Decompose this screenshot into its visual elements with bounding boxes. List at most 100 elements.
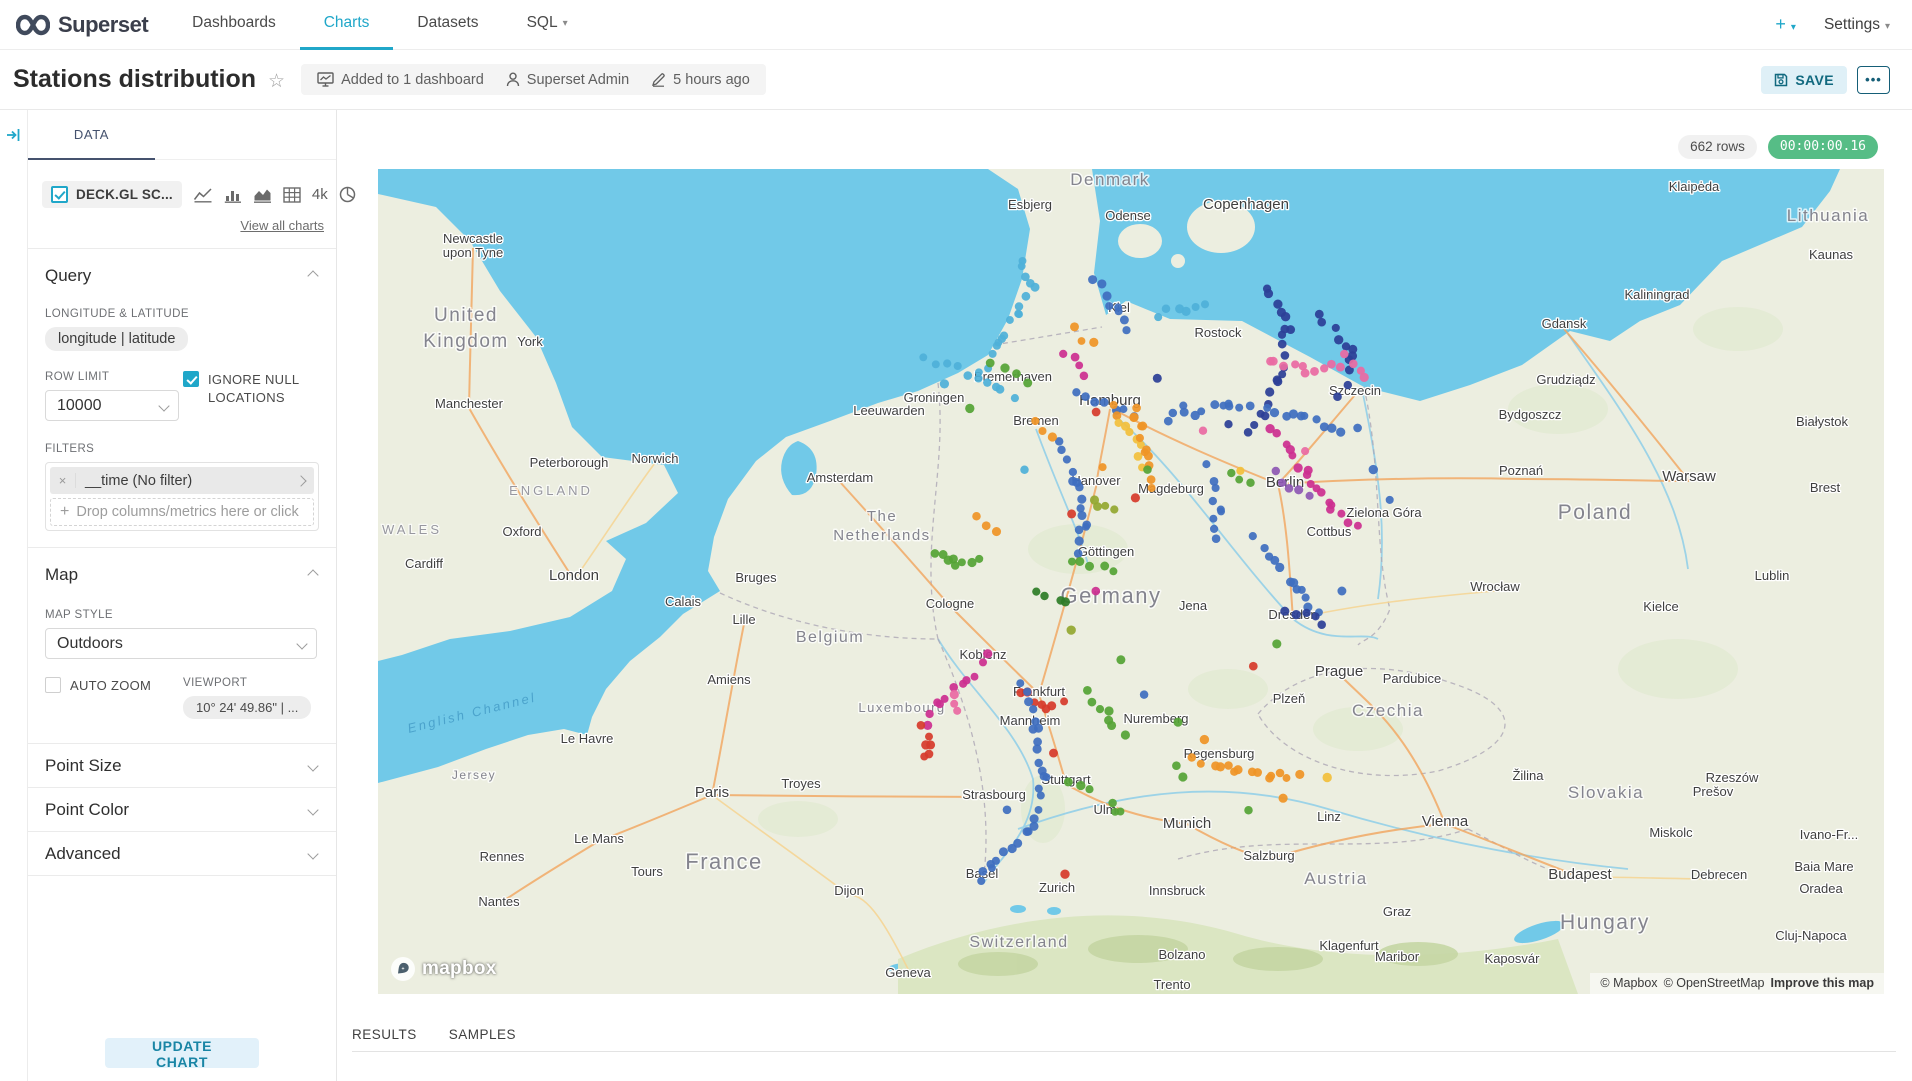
station-point[interactable] xyxy=(1281,312,1290,321)
station-point[interactable] xyxy=(959,680,967,688)
station-point[interactable] xyxy=(1092,408,1101,417)
station-point[interactable] xyxy=(1279,794,1288,803)
station-point[interactable] xyxy=(1113,411,1122,420)
station-point[interactable] xyxy=(1070,322,1079,331)
station-point[interactable] xyxy=(1349,359,1358,368)
station-point[interactable] xyxy=(1067,625,1076,634)
filter-drop-zone[interactable]: + Drop columns/metrics here or click xyxy=(50,498,314,526)
station-point[interactable] xyxy=(1275,563,1284,572)
station-point[interactable] xyxy=(1327,424,1336,433)
section-advanced[interactable]: Advanced xyxy=(28,832,336,876)
checkbox-checked-icon[interactable] xyxy=(183,371,199,387)
station-point[interactable] xyxy=(1110,401,1118,409)
station-point[interactable] xyxy=(1040,592,1048,600)
nav-sql[interactable]: SQL▾ xyxy=(503,0,592,50)
station-point[interactable] xyxy=(1283,774,1291,782)
station-point[interactable] xyxy=(983,649,992,658)
station-point[interactable] xyxy=(1110,505,1118,513)
deckgl-map[interactable]: English ChannelENGLANDWALESDenmarkLithua… xyxy=(378,169,1884,994)
station-point[interactable] xyxy=(1337,510,1345,518)
station-point[interactable] xyxy=(1323,773,1332,782)
station-point[interactable] xyxy=(1033,744,1042,753)
station-point[interactable] xyxy=(1264,289,1273,298)
station-point[interactable] xyxy=(1116,655,1125,664)
station-point[interactable] xyxy=(1120,405,1128,413)
station-point[interactable] xyxy=(1023,688,1031,696)
station-point[interactable] xyxy=(1310,367,1319,376)
station-point[interactable] xyxy=(1336,363,1345,372)
station-point[interactable] xyxy=(954,362,962,370)
station-point[interactable] xyxy=(1261,412,1270,421)
station-point[interactable] xyxy=(1059,350,1067,358)
station-point[interactable] xyxy=(1320,364,1328,372)
station-point[interactable] xyxy=(1278,479,1286,487)
station-point[interactable] xyxy=(1096,705,1104,713)
station-point[interactable] xyxy=(1236,467,1244,475)
station-point[interactable] xyxy=(979,658,987,666)
station-point[interactable] xyxy=(1143,465,1152,474)
station-point[interactable] xyxy=(1075,361,1083,369)
update-chart-button[interactable]: UPDATE CHART xyxy=(105,1038,259,1068)
station-point[interactable] xyxy=(925,710,933,718)
station-point[interactable] xyxy=(1075,536,1084,545)
auto-zoom-checkbox-row[interactable]: AUTO ZOOM xyxy=(45,677,183,695)
station-point[interactable] xyxy=(996,385,1005,394)
station-point[interactable] xyxy=(1026,279,1035,288)
station-point[interactable] xyxy=(1344,381,1352,389)
station-point[interactable] xyxy=(1078,337,1086,345)
nav-dashboards[interactable]: Dashboards xyxy=(168,0,300,50)
station-point[interactable] xyxy=(932,360,940,368)
station-point[interactable] xyxy=(1209,497,1217,505)
station-point[interactable] xyxy=(1253,768,1262,777)
station-point[interactable] xyxy=(1104,706,1113,715)
station-point[interactable] xyxy=(1224,761,1233,770)
station-point[interactable] xyxy=(963,371,972,380)
station-point[interactable] xyxy=(1100,562,1109,571)
improve-map-link[interactable]: Improve this map xyxy=(1771,976,1875,990)
station-point[interactable] xyxy=(936,700,944,708)
station-point[interactable] xyxy=(1244,806,1252,814)
new-item-button[interactable]: +▾ xyxy=(1775,14,1796,35)
station-point[interactable] xyxy=(1201,300,1209,308)
station-point[interactable] xyxy=(1153,374,1162,383)
station-point[interactable] xyxy=(1061,597,1070,606)
station-point[interactable] xyxy=(1360,373,1369,382)
station-point[interactable] xyxy=(1192,303,1200,311)
station-point[interactable] xyxy=(1265,774,1274,783)
station-point[interactable] xyxy=(965,404,974,413)
station-point[interactable] xyxy=(1312,612,1320,620)
station-point[interactable] xyxy=(1233,765,1242,774)
station-point[interactable] xyxy=(1029,725,1038,734)
station-point[interactable] xyxy=(977,877,985,885)
station-point[interactable] xyxy=(1122,326,1130,334)
station-point[interactable] xyxy=(1210,525,1218,533)
station-point[interactable] xyxy=(1075,557,1084,566)
station-point[interactable] xyxy=(1317,318,1326,327)
station-point[interactable] xyxy=(1148,484,1156,492)
station-point[interactable] xyxy=(1265,387,1274,396)
filter-chip-time[interactable]: × __time (No filter) xyxy=(50,467,314,494)
station-point[interactable] xyxy=(1295,770,1304,779)
station-point[interactable] xyxy=(1273,377,1282,386)
station-point[interactable] xyxy=(1217,508,1225,516)
tab-results[interactable]: RESULTS xyxy=(352,1022,417,1051)
station-point[interactable] xyxy=(1088,698,1097,707)
station-point[interactable] xyxy=(1317,620,1326,629)
station-point[interactable] xyxy=(1334,335,1343,344)
station-point[interactable] xyxy=(1088,275,1097,284)
station-point[interactable] xyxy=(1179,402,1187,410)
station-point[interactable] xyxy=(1235,404,1243,412)
station-point[interactable] xyxy=(1178,772,1187,781)
station-point[interactable] xyxy=(989,350,997,358)
station-point[interactable] xyxy=(1085,562,1094,571)
station-point[interactable] xyxy=(1129,413,1138,422)
section-point-size[interactable]: Point Size xyxy=(28,744,336,788)
station-point[interactable] xyxy=(1131,493,1140,502)
owner-chip[interactable]: Superset Admin xyxy=(506,72,629,88)
station-point[interactable] xyxy=(999,847,1008,856)
station-point[interactable] xyxy=(1011,394,1019,402)
station-point[interactable] xyxy=(1003,805,1012,814)
station-point[interactable] xyxy=(1164,417,1173,426)
station-point[interactable] xyxy=(1040,772,1049,781)
station-point[interactable] xyxy=(943,359,951,367)
